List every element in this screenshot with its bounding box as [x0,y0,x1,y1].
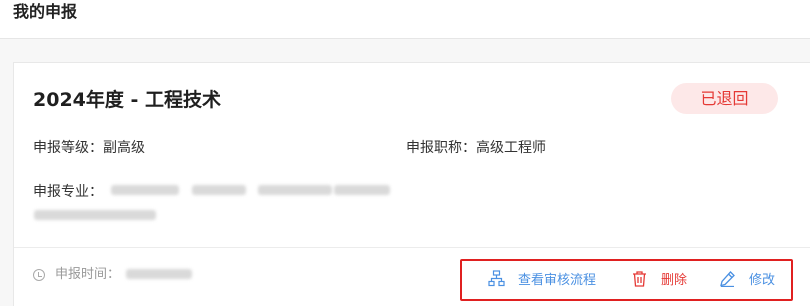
flowchart-icon [488,269,505,286]
level-field: 申报等级：副高级 [33,140,145,156]
redacted-text [126,269,192,279]
header-bar: 我的申报 [0,0,810,39]
specialty-label: 申报专业： [33,184,103,200]
view-review-flow-label: 查看审核流程 [518,272,597,288]
trash-icon [633,270,646,287]
redacted-text [192,185,246,195]
delete-button[interactable]: 删除 [631,267,687,289]
declaration-card: 2024年度 - 工程技术 已退回 申报等级：副高级 申报职称：高级工程师 申报… [13,62,810,306]
redacted-text [334,185,390,195]
redacted-text [111,185,179,195]
card-title: 2024年度 - 工程技术 [33,89,221,111]
redacted-text [258,185,332,195]
professional-title-field: 申报职称：高级工程师 [406,140,546,156]
clock-icon [33,269,45,281]
status-badge: 已退回 [671,83,778,114]
view-review-flow-button[interactable]: 查看审核流程 [488,267,596,289]
submit-time-label: 申报时间： [55,267,121,282]
delete-label: 删除 [661,272,688,288]
page-title: 我的申报 [13,2,78,21]
edit-button[interactable]: 修改 [719,267,775,289]
redacted-text [34,210,156,220]
edit-label: 修改 [749,272,776,288]
card-divider [14,247,810,248]
pencil-icon [720,270,735,287]
